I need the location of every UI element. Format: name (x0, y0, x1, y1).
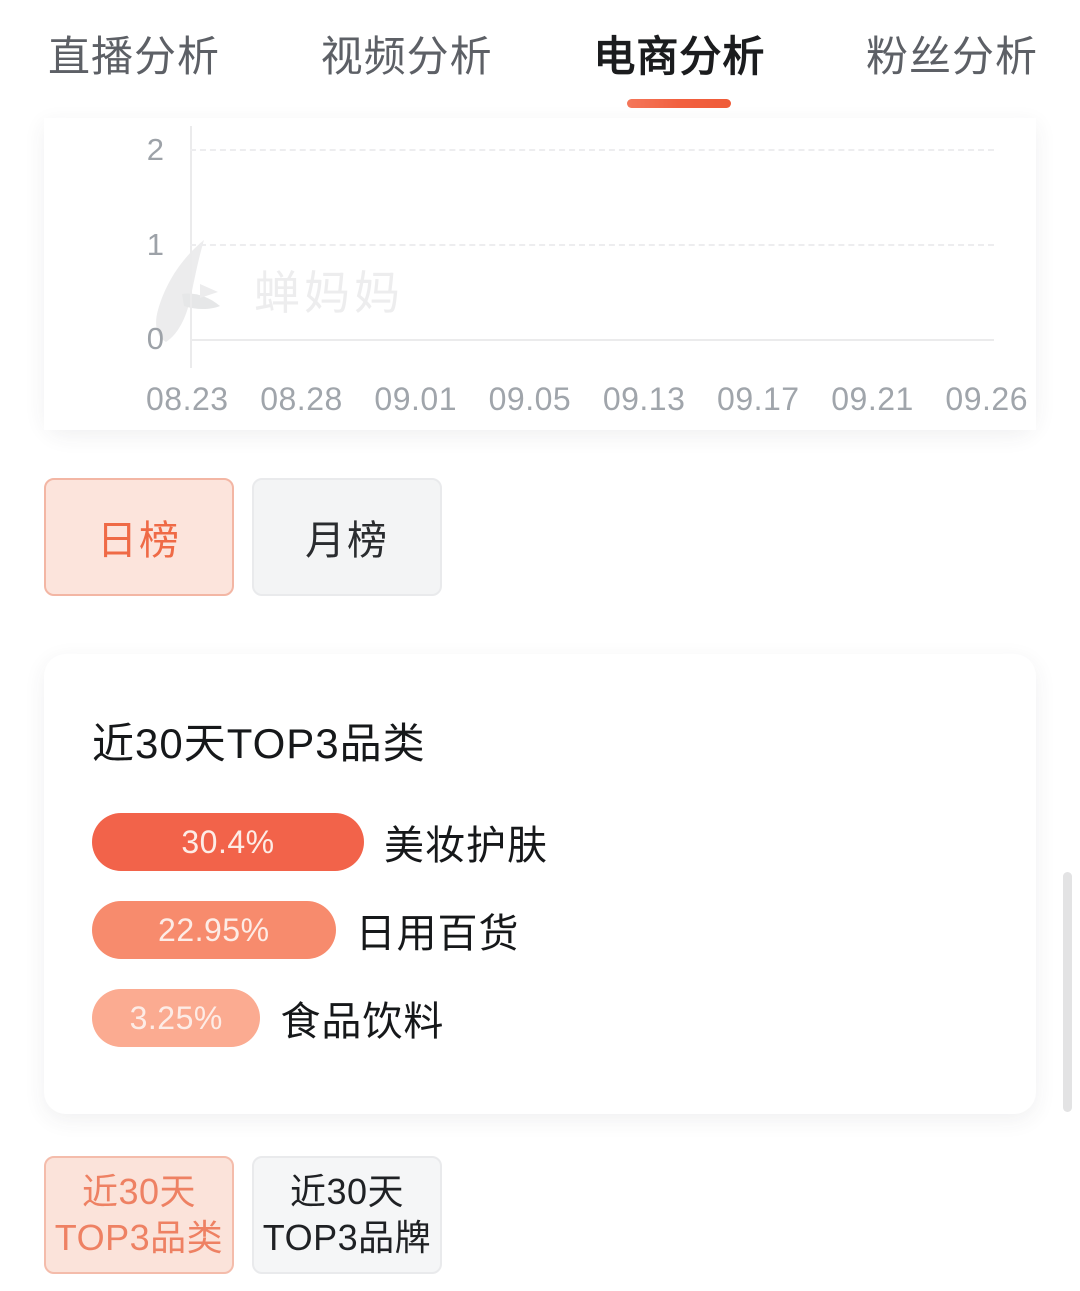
chip-top3-brand-line1: 近30天 (289, 1170, 405, 1212)
top3-bar-row: 3.25% 食品饮料 (92, 989, 988, 1047)
gridline-2 (190, 149, 994, 151)
watermark-text: 蝉妈妈 (254, 267, 404, 319)
y-tick-1: 1 (146, 227, 164, 262)
page-scrollbar[interactable] (1063, 872, 1072, 1112)
rank-toggle-monthly-label: 月榜 (305, 519, 389, 563)
rank-toggle-monthly[interactable]: 月榜 (252, 478, 442, 596)
x-tick-0: 08.23 (146, 380, 229, 417)
top3-category-card: 近30天TOP3品类 30.4% 美妆护肤 22.95% 日用百货 3.25% … (44, 654, 1036, 1114)
active-tab-indicator (627, 99, 732, 108)
chip-top3-category[interactable]: 近30天 TOP3品类 (44, 1156, 234, 1274)
top3-bar-row: 30.4% 美妆护肤 (92, 813, 988, 871)
analysis-tab-bar: 直播分析 视频分析 电商分析 粉丝分析 (0, 0, 1080, 118)
x-tick-4: 09.13 (602, 380, 686, 417)
x-tick-5: 09.17 (717, 380, 800, 417)
tab-live-analysis[interactable]: 直播分析 (48, 36, 220, 82)
rank-toggle-daily-label: 日榜 (97, 519, 181, 563)
tab-fans-analysis[interactable]: 粉丝分析 (866, 36, 1038, 82)
watermark: 蝉妈妈 (142, 236, 404, 344)
top3-bar-2-name: 日用百货 (355, 912, 520, 956)
page-scrollbar-thumb[interactable] (1063, 872, 1072, 1112)
rank-toggle-daily[interactable]: 日榜 (44, 478, 234, 596)
top3-bar-1: 30.4% (92, 813, 364, 871)
x-tick-7: 09.26 (945, 380, 1028, 417)
top3-bar-2: 22.95% (92, 901, 336, 959)
top3-bar-3-percent: 3.25% (129, 999, 223, 1036)
tab-video-analysis-label: 视频分析 (320, 33, 493, 80)
top3-type-toggle: 近30天 TOP3品类 近30天 TOP3品牌 (0, 1156, 1080, 1274)
tab-ecommerce-analysis-label: 电商分析 (593, 33, 766, 80)
x-tick-2: 09.01 (374, 380, 457, 417)
top3-bar-row: 22.95% 日用百货 (92, 901, 988, 959)
top3-bar-3-name: 食品饮料 (280, 1000, 445, 1044)
x-tick-1: 08.28 (260, 380, 343, 417)
top3-bar-2-percent: 22.95% (158, 911, 270, 948)
top3-card-title: 近30天TOP3品类 (92, 720, 426, 767)
tab-live-analysis-label: 直播分析 (48, 33, 221, 80)
tab-ecommerce-analysis[interactable]: 电商分析 (593, 33, 766, 108)
x-tick-6: 09.21 (831, 380, 914, 417)
chart-x-tick-labels: 08.23 08.28 09.01 09.05 09.13 09.17 09.2… (44, 368, 1036, 430)
chart-x-axis (190, 339, 994, 341)
top3-bar-1-percent: 30.4% (181, 823, 275, 860)
gridline-1 (190, 244, 994, 246)
x-tick-3: 09.05 (488, 380, 572, 417)
top3-bar-3: 3.25% (92, 989, 261, 1047)
chip-top3-category-line1: 近30天 (81, 1170, 197, 1212)
y-tick-0: 0 (146, 321, 164, 356)
top3-bar-1-name: 美妆护肤 (384, 824, 548, 868)
chip-top3-brand[interactable]: 近30天 TOP3品牌 (252, 1156, 442, 1274)
chip-top3-brand-line2: TOP3品牌 (262, 1217, 432, 1258)
tab-fans-analysis-label: 粉丝分析 (865, 33, 1038, 80)
chip-top3-category-line2: TOP3品类 (54, 1217, 224, 1258)
y-tick-2: 2 (146, 132, 164, 167)
tab-video-analysis[interactable]: 视频分析 (321, 36, 493, 82)
rank-period-toggle: 日榜 月榜 (0, 478, 1080, 596)
